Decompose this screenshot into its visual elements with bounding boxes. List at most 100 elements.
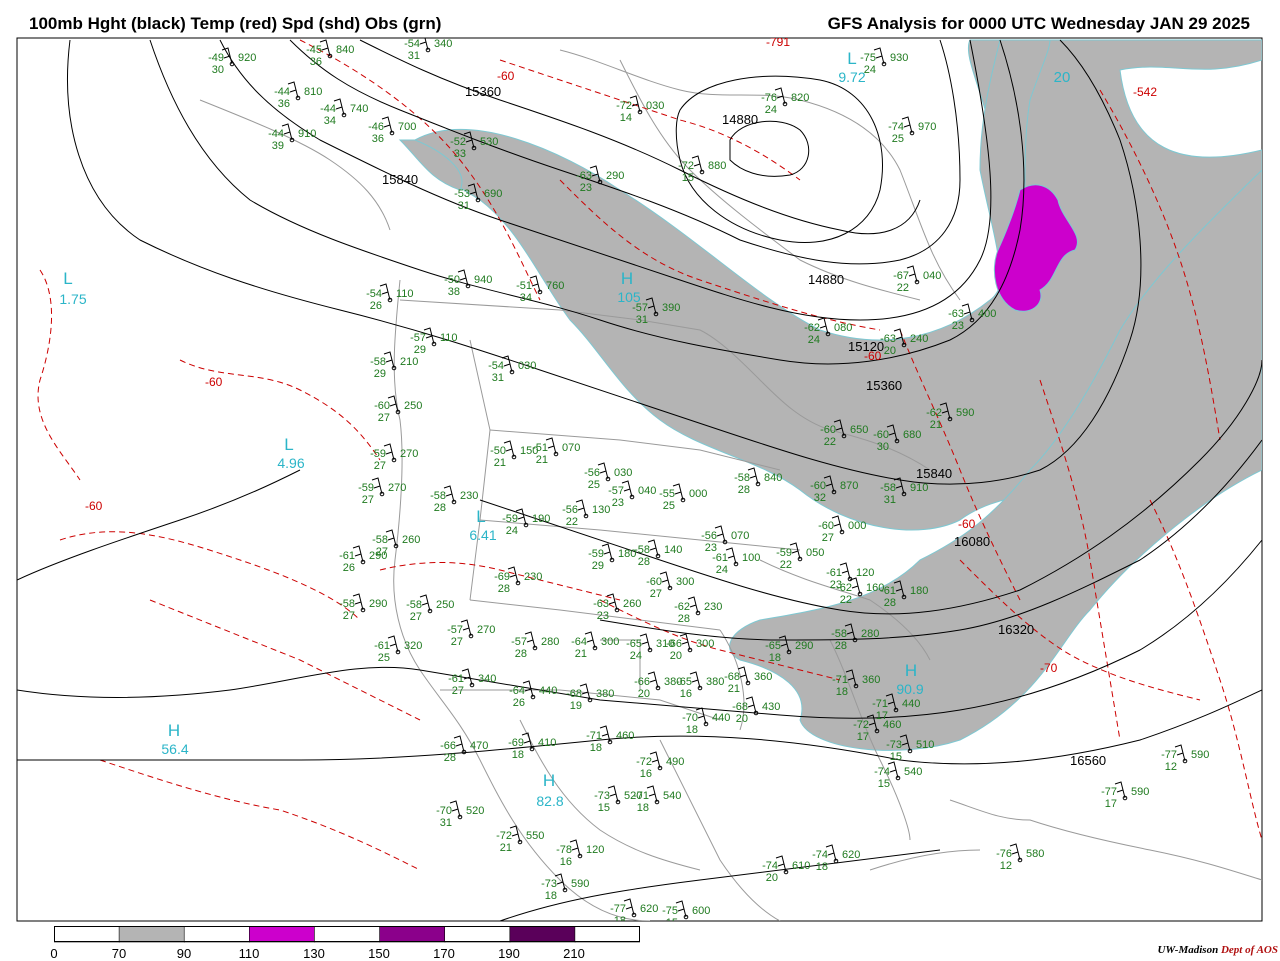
- colorbar-bin-0: [53, 925, 120, 943]
- station-temp: -69: [494, 571, 510, 583]
- station-temp: -70: [682, 712, 698, 724]
- station-height: 140: [664, 544, 682, 556]
- center-value-6: 56.4: [161, 741, 188, 757]
- station-temp: -60: [810, 480, 826, 492]
- station-height: 080: [834, 322, 852, 334]
- station-height: 210: [400, 356, 418, 368]
- station-dewpoint-depression: 29: [592, 560, 604, 572]
- center-value-7: 82.8: [536, 793, 563, 809]
- credit-org: UW-Madison: [1157, 944, 1219, 956]
- station-dewpoint-depression: 18: [637, 802, 649, 814]
- station-temp: -68: [724, 671, 740, 683]
- credit-dept: Dept of AOS: [1220, 944, 1278, 956]
- svg-text:L: L: [63, 269, 72, 288]
- svg-text:16320: 16320: [998, 622, 1034, 637]
- station-dewpoint-depression: 16: [560, 856, 572, 868]
- station-temp: -72: [853, 719, 869, 731]
- station-height: 040: [638, 485, 656, 497]
- credit-line: UW-Madison Dept of AOS: [1157, 944, 1278, 956]
- svg-text:15360: 15360: [866, 378, 902, 393]
- station-temp: -45: [306, 44, 322, 56]
- station-height: 810: [304, 86, 322, 98]
- station-dewpoint-depression: 21: [500, 842, 512, 854]
- weather-map: L 9.72 L 1.75 H 105 L 4.96 L 6.41 H 56.4…: [16, 35, 1263, 922]
- station-dewpoint-depression: 18: [836, 686, 848, 698]
- station-dewpoint-depression: 12: [1165, 761, 1177, 773]
- station-dewpoint-depression: 15: [682, 172, 694, 184]
- colorbar-bin-6: [444, 925, 511, 943]
- station-temp: -64: [571, 636, 587, 648]
- station-height: 190: [532, 513, 550, 525]
- station-temp: -58: [634, 544, 650, 556]
- station-temp: -62: [836, 582, 852, 594]
- station-dewpoint-depression: 31: [440, 817, 452, 829]
- svg-text:14880: 14880: [808, 272, 844, 287]
- station-temp: -70: [436, 805, 452, 817]
- station-height: 700: [398, 121, 416, 133]
- station-height: 840: [764, 472, 782, 484]
- station-height: 540: [663, 790, 681, 802]
- station-temp: -74: [762, 860, 778, 872]
- station-temp: -60: [374, 400, 390, 412]
- station-height: 360: [862, 674, 880, 686]
- station-dewpoint-depression: 28: [738, 484, 750, 496]
- station-height: 940: [474, 274, 492, 286]
- station-temp: -61: [339, 550, 355, 562]
- station-temp: -62: [804, 322, 820, 334]
- station-height: 390: [662, 302, 680, 314]
- station-dewpoint-depression: 34: [520, 292, 532, 304]
- station-dewpoint-depression: 36: [372, 133, 384, 145]
- station-dewpoint-depression: 36: [310, 56, 322, 68]
- station-temp: -76: [996, 848, 1012, 860]
- station-dewpoint-depression: 28: [434, 502, 446, 514]
- station-height: 620: [640, 903, 658, 915]
- station-dewpoint-depression: 20: [766, 872, 778, 884]
- station-height: 490: [666, 756, 684, 768]
- station-dewpoint-depression: 17: [857, 731, 869, 743]
- station-height: 280: [541, 636, 559, 648]
- svg-text:-60: -60: [864, 349, 882, 363]
- station-height: 540: [904, 766, 922, 778]
- station-dewpoint-depression: 21: [728, 683, 740, 695]
- station-height: 440: [712, 712, 730, 724]
- station-dewpoint-depression: 26: [513, 697, 525, 709]
- station-dewpoint-depression: 18: [769, 652, 781, 664]
- station-temp: -67: [893, 270, 909, 282]
- station-temp: -54: [366, 288, 382, 300]
- station-temp: -74: [888, 121, 904, 133]
- station-dewpoint-depression: 31: [458, 200, 470, 212]
- station-temp: -50: [490, 445, 506, 457]
- colorbar: [53, 925, 641, 943]
- station-height: 130: [592, 504, 610, 516]
- station-temp: -72: [678, 160, 694, 172]
- svg-text:15360: 15360: [465, 84, 501, 99]
- station-temp: -50: [444, 274, 460, 286]
- station-height: 340: [434, 38, 452, 50]
- station-temp: -61: [374, 640, 390, 652]
- station-height: 290: [369, 550, 387, 562]
- station-dewpoint-depression: 28: [835, 640, 847, 652]
- svg-text:H: H: [168, 721, 180, 740]
- station-temp: -56: [701, 530, 717, 542]
- colorbar-bin-3: [249, 925, 316, 943]
- station-height: 270: [477, 624, 495, 636]
- station-temp: -58: [406, 599, 422, 611]
- station-height: 380: [706, 676, 724, 688]
- station-height: 230: [460, 490, 478, 502]
- station-temp: -73: [541, 878, 557, 890]
- station-height: 070: [731, 530, 749, 542]
- station-dewpoint-depression: 28: [515, 648, 527, 660]
- station-height: 440: [902, 698, 920, 710]
- station-dewpoint-depression: 30: [877, 441, 889, 453]
- station-temp: -72: [636, 756, 652, 768]
- colorbar-label-190: 190: [498, 946, 520, 961]
- svg-text:-791: -791: [766, 35, 790, 49]
- station-temp: -56: [584, 467, 600, 479]
- station-dewpoint-depression: 18: [545, 890, 557, 902]
- station-dewpoint-depression: 31: [408, 50, 420, 62]
- station-height: 290: [795, 640, 813, 652]
- station-temp: -44: [274, 86, 290, 98]
- station-height: 270: [400, 448, 418, 460]
- station-height: 320: [404, 640, 422, 652]
- svg-text:-60: -60: [205, 375, 223, 389]
